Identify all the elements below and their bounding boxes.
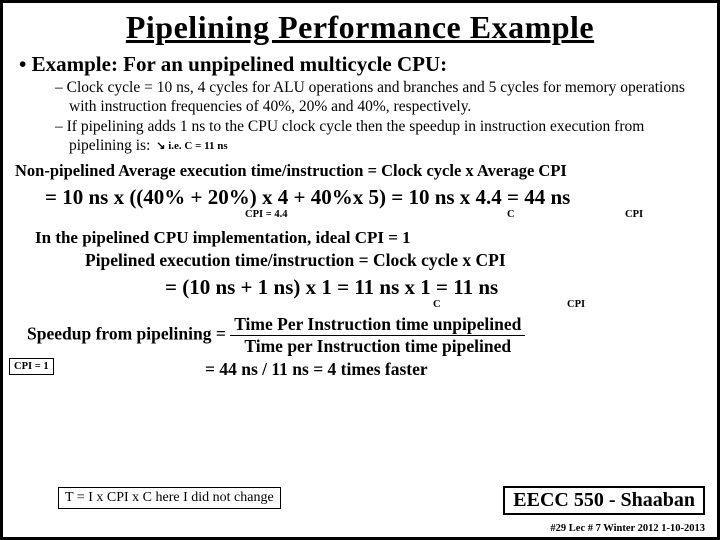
speedup-lhs: Speedup from pipelining = [27,324,226,344]
equation-pipelined: = (10 ns + 1 ns) x 1 = 11 ns x 1 = 11 ns… [165,275,705,300]
eq1-sub-cpi: CPI = 4.4 [245,209,287,220]
nonpipelined-label: Non-pipelined Average execution time/ins… [15,161,705,181]
speedup-line: Speedup from pipelining = Time Per Instr… [27,314,705,357]
speedup-result: = 44 ns / 11 ns = 4 times faster [205,359,705,380]
equation-nonpipelined: = 10 ns x ((40% + 20%) x 4 + 40%x 5) = 1… [45,185,705,210]
course-box: EECC 550 - Shaaban [503,486,705,515]
eq2-main: = (10 ns + 1 ns) x 1 = 11 ns x 1 = 11 ns [165,275,498,299]
pipelined-label: Pipelined execution time/instruction = C… [85,250,705,271]
eq2-sub-cpi: CPI [567,299,585,310]
bullet-pipelining-text: If pipelining adds 1 ns to the CPU clock… [67,118,645,154]
eq2-sub-c: C [433,299,441,310]
cpi-box: CPI = 1 [9,358,54,375]
bottom-note: T = I x CPI x C here I did not change [58,487,281,509]
bullet-clock-cycle: Clock cycle = 10 ns, 4 cycles for ALU op… [69,79,687,116]
eq1-sub-c: C [507,209,515,220]
eq1-sub-cpi2: CPI [625,209,643,220]
fraction-numerator: Time Per Instruction time unpipelined [230,314,525,336]
slide-title: Pipelining Performance Example [15,9,705,46]
slide: Pipelining Performance Example Example: … [0,0,720,540]
ideal-cpi-line: In the pipelined CPU implementation, ide… [35,228,705,248]
footer: #29 Lec # 7 Winter 2012 1-10-2013 [550,523,705,534]
eq1-main: = 10 ns x ((40% + 20%) x 4 + 40%x 5) = 1… [45,185,570,209]
bullet-pipelining-adds: If pipelining adds 1 ns to the CPU clock… [69,118,687,155]
fraction-denominator: Time per Instruction time pipelined [230,336,525,357]
arrow-note: ↘ i.e. C = 11 ns [156,140,227,152]
speedup-fraction: Time Per Instruction time unpipelined Ti… [230,314,525,357]
example-heading: Example: For an unpipelined multicycle C… [33,52,705,77]
